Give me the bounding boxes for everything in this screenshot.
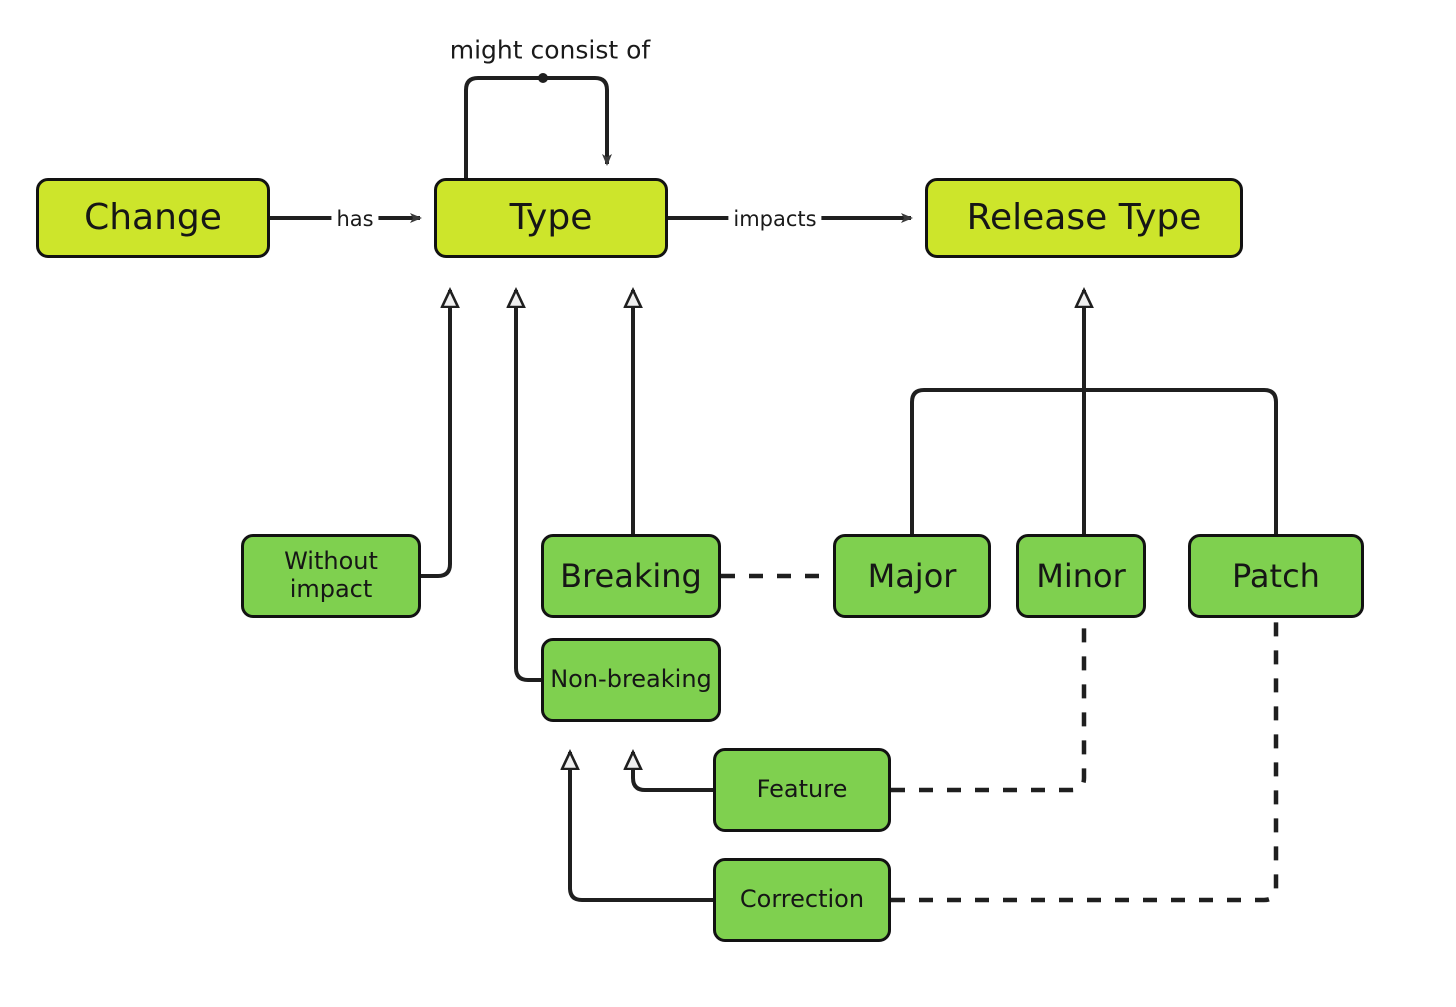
node-change[interactable]: Change [36,178,270,258]
edge-major-to-fan [910,388,1084,534]
node-minor-label: Minor [1036,556,1126,595]
node-major-label: Major [867,556,957,595]
node-non-breaking[interactable]: Non-breaking [541,638,721,722]
diagram-edges-layer [270,73,1279,903]
node-type[interactable]: Type [434,178,668,258]
node-correction-label: Correction [739,885,865,914]
node-without-impact[interactable]: Without impact [241,534,421,618]
node-feature[interactable]: Feature [713,748,891,832]
node-type-label: Type [509,197,593,239]
node-patch-label: Patch [1232,556,1320,595]
edge-label-impacts: impacts [728,207,822,231]
node-correction[interactable]: Correction [713,858,891,942]
node-major[interactable]: Major [833,534,991,618]
node-non-breaking-label: Non-breaking [550,665,712,694]
node-change-label: Change [84,197,222,239]
node-without-impact-label: Without impact [284,547,378,603]
node-breaking[interactable]: Breaking [541,534,721,618]
node-breaking-label: Breaking [560,556,702,595]
edge-feature-to-minor-dashed [891,618,1087,793]
edge-loop-midpoint-dot [538,73,548,83]
edge-label-has: has [331,207,379,231]
edge-patch-to-fan [1084,388,1278,534]
node-patch[interactable]: Patch [1188,534,1364,618]
edge-without-impact-to-type [421,290,450,578]
node-minor[interactable]: Minor [1016,534,1146,618]
edge-nonbreaking-to-type [516,290,541,682]
edge-label-might-consist-of: might consist of [444,35,656,65]
edge-correction-to-nonbreaking [570,752,713,902]
node-release-type[interactable]: Release Type [925,178,1243,258]
edge-type-self-loop [464,76,612,178]
node-release-type-label: Release Type [966,197,1202,239]
node-feature-label: Feature [756,775,848,804]
edge-feature-to-nonbreaking [633,752,713,792]
diagram-canvas: Change Type Release Type Without impact B… [0,0,1456,1007]
